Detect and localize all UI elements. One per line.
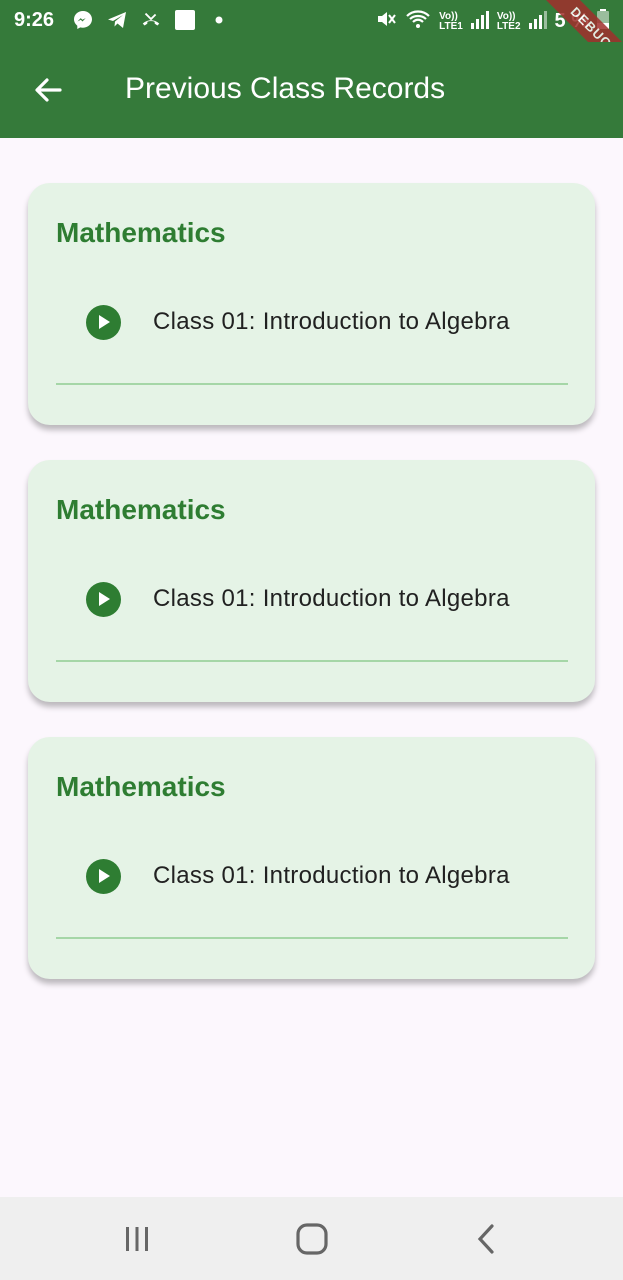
home-button[interactable] [290,1217,334,1261]
messenger-icon [72,9,94,31]
signal2-icon [528,9,547,34]
play-icon[interactable] [86,858,121,894]
recent-apps-button[interactable] [115,1217,159,1261]
page-title: Previous Class Records [125,72,446,105]
dot-icon [208,9,230,31]
record-card: Mathematics Class 01: Introduction to Al… [28,737,595,979]
card-divider [56,660,568,662]
nav-back-button[interactable] [464,1217,508,1261]
status-notification-icons [72,9,230,31]
app-bar: Previous Class Records [0,42,623,138]
class-record-label: Class 01: Introduction to Algebra [153,308,510,335]
subject-title: Mathematics [56,494,226,525]
class-record-label: Class 01: Introduction to Algebra [153,862,510,889]
record-card: Mathematics Class 01: Introduction to Al… [28,183,595,425]
class-record-item[interactable]: Class 01: Introduction to Algebra [86,858,510,894]
recent-apps-icon [126,1227,148,1251]
home-icon [296,1223,328,1255]
missed-call-icon [140,9,162,31]
wifi-icon [405,8,431,35]
play-icon[interactable] [86,304,121,340]
telegram-icon [106,9,128,31]
square-notification-icon [174,9,196,31]
system-nav-bar [0,1197,623,1280]
class-record-item[interactable]: Class 01: Introduction to Algebra [86,304,510,340]
card-divider [56,383,568,385]
sim1-label: Vo)) LTE1 [439,10,463,32]
signal1-icon [470,9,489,34]
record-card: Mathematics Class 01: Introduction to Al… [28,460,595,702]
sim2-label: Vo)) LTE2 [496,10,521,32]
card-divider [56,937,568,939]
subject-title: Mathematics [56,771,226,802]
back-chevron-icon [477,1224,494,1254]
back-button[interactable] [24,66,72,114]
arrow-back-icon [35,78,62,102]
status-bar: 9:26 Vo)) LTE1 Vo)) LTE2 5 [0,0,623,86]
play-icon[interactable] [86,581,121,617]
subject-title: Mathematics [56,217,226,248]
mute-icon [375,8,397,35]
class-record-label: Class 01: Introduction to Algebra [153,585,510,612]
status-time: 9:26 [14,9,55,31]
class-record-item[interactable]: Class 01: Introduction to Algebra [86,581,510,617]
